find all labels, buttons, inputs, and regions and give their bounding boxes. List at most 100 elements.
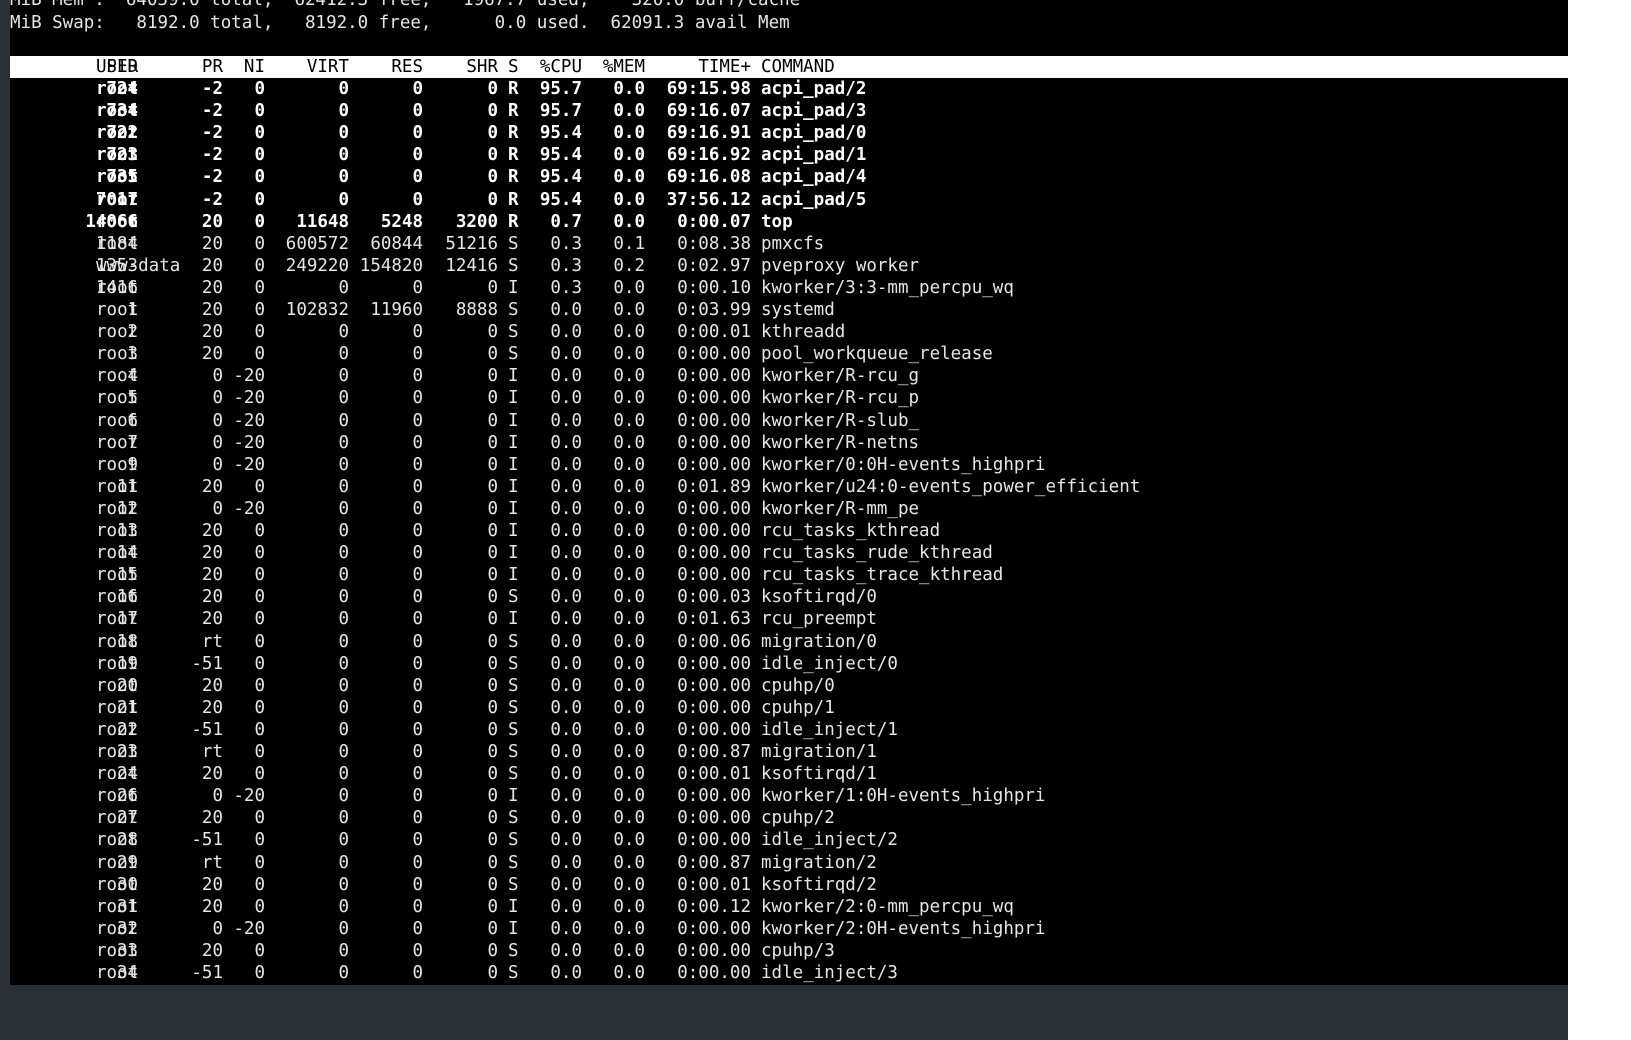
process-command: systemd	[761, 300, 835, 320]
process-pr: 0	[212, 366, 223, 387]
process-mem: 0.0	[613, 322, 645, 343]
process-virt: 0	[338, 830, 349, 851]
column-header-mem: %MEM	[602, 57, 645, 77]
process-shr: 0	[487, 432, 498, 453]
process-pr: rt	[201, 852, 223, 873]
process-time: 0:01.89	[677, 476, 751, 497]
process-ni: 0	[254, 631, 265, 652]
process-mem: 0.0	[613, 388, 645, 409]
process-ni: 0	[254, 940, 265, 961]
process-command: rcu_tasks_rude_kthread	[761, 543, 993, 564]
process-row: 1353 www-data 20 0 249220 154820 12416 S 0.3 0.2 0…	[10, 255, 1568, 277]
process-pr: 20	[201, 587, 223, 608]
process-s: S	[508, 697, 519, 718]
process-shr: 0	[487, 697, 498, 718]
process-command: rcu_preempt	[761, 609, 877, 630]
terminal-window[interactable]: MiB Mem : 64059.0 total, 62412.3 free, 1…	[10, 0, 1568, 985]
process-row: 1416 root 20 0 0 0 0 I 0.3 0.0 0:00.10 kworker/3:3-…	[10, 277, 1568, 299]
process-command: acpi_pad/4	[761, 167, 867, 188]
process-virt: 0	[338, 697, 349, 718]
process-ni: 0	[254, 653, 265, 674]
process-res: 0	[412, 963, 423, 983]
process-ni: -20	[233, 432, 265, 453]
process-ni: -20	[233, 410, 265, 431]
process-s: S	[508, 852, 519, 873]
process-shr: 0	[487, 101, 498, 122]
process-res: 0	[412, 498, 423, 519]
process-res: 0	[412, 123, 423, 144]
process-command: cpuhp/0	[761, 675, 835, 696]
process-shr: 3200	[455, 211, 498, 232]
process-time: 69:15.98	[666, 79, 751, 99]
process-mem: 0.1	[613, 233, 645, 254]
process-pr: -2	[201, 101, 223, 122]
process-s: S	[508, 963, 519, 983]
process-command: kworker/2:0-mm_percpu_wq	[761, 896, 1014, 917]
process-pr: -2	[201, 79, 223, 99]
process-shr: 0	[487, 918, 498, 939]
process-shr: 0	[487, 830, 498, 851]
process-time: 0:08.38	[677, 233, 751, 254]
process-cpu: 95.4	[539, 167, 582, 188]
process-shr: 0	[487, 719, 498, 740]
process-row: 722 root -2 0 0 0 0 R 95.4 0.0 69:16.91 acpi_pad/0	[10, 122, 1568, 144]
process-command: idle_inject/0	[761, 653, 898, 674]
process-virt: 249220	[285, 255, 349, 276]
process-row: 15 root 20 0 0 0 0 I 0.0 0.0 0:00.00 rcu_tasks_trac…	[10, 564, 1568, 586]
process-command: rcu_tasks_trace_kthread	[761, 565, 1004, 586]
process-shr: 8888	[455, 300, 498, 320]
process-cpu: 0.0	[550, 300, 582, 320]
process-row: 1184 root 20 0 600572 60844 51216 S 0.3 0.1 0:08.3…	[10, 233, 1568, 255]
process-ni: 0	[254, 167, 265, 188]
process-row: 12 root 0 -20 0 0 0 I 0.0 0.0 0:00.00 kworker/R-mm_…	[10, 498, 1568, 520]
process-virt: 0	[338, 432, 349, 453]
process-command: kworker/u24:0-events_power_efficient	[761, 476, 1141, 497]
process-virt: 0	[338, 498, 349, 519]
process-cpu: 0.0	[550, 940, 582, 961]
process-command: acpi_pad/2	[761, 79, 867, 99]
process-virt: 102832	[285, 300, 349, 320]
process-ni: 0	[254, 322, 265, 343]
process-virt: 0	[338, 808, 349, 829]
process-res: 0	[412, 167, 423, 188]
process-shr: 0	[487, 874, 498, 895]
process-res: 0	[412, 101, 423, 122]
process-virt: 0	[338, 786, 349, 807]
process-command: pmxcfs	[761, 233, 825, 254]
process-pr: 20	[201, 233, 223, 254]
process-ni: 0	[254, 476, 265, 497]
process-s: I	[508, 498, 519, 519]
process-cpu: 0.0	[550, 675, 582, 696]
process-shr: 0	[487, 476, 498, 497]
process-virt: 0	[338, 874, 349, 895]
process-time: 0:02.97	[677, 255, 751, 276]
process-row: 724 root -2 0 0 0 0 R 95.7 0.0 69:15.98 acpi_pad/2	[10, 78, 1568, 100]
column-header-cpu: %CPU	[539, 57, 582, 77]
process-res: 0	[412, 344, 423, 365]
process-ni: 0	[254, 675, 265, 696]
process-command: kworker/R-rcu_p	[761, 388, 920, 409]
process-res: 0	[412, 830, 423, 851]
process-cpu: 0.0	[550, 388, 582, 409]
process-command: migration/0	[761, 631, 877, 652]
process-mem: 0.0	[613, 410, 645, 431]
process-mem: 0.0	[613, 123, 645, 144]
process-cpu: 0.0	[550, 653, 582, 674]
process-pr: 0	[212, 498, 223, 519]
process-mem: 0.0	[613, 277, 645, 298]
process-virt: 0	[338, 366, 349, 387]
process-row: 21 root 20 0 0 0 0 S 0.0 0.0 0:00.00 cpuhp/1	[10, 697, 1568, 719]
process-time: 0:00.00	[677, 719, 751, 740]
process-res: 0	[412, 742, 423, 762]
process-time: 0:00.00	[677, 521, 751, 541]
process-res: 0	[412, 697, 423, 718]
process-pr: 0	[212, 918, 223, 939]
process-command: idle_inject/1	[761, 719, 898, 740]
process-shr: 0	[487, 79, 498, 99]
process-command: acpi_pad/5	[761, 189, 867, 210]
process-ni: 0	[254, 830, 265, 851]
process-mem: 0.0	[613, 874, 645, 895]
process-ni: 0	[254, 233, 265, 254]
process-pr: 20	[201, 565, 223, 586]
process-cpu: 95.4	[539, 145, 582, 166]
